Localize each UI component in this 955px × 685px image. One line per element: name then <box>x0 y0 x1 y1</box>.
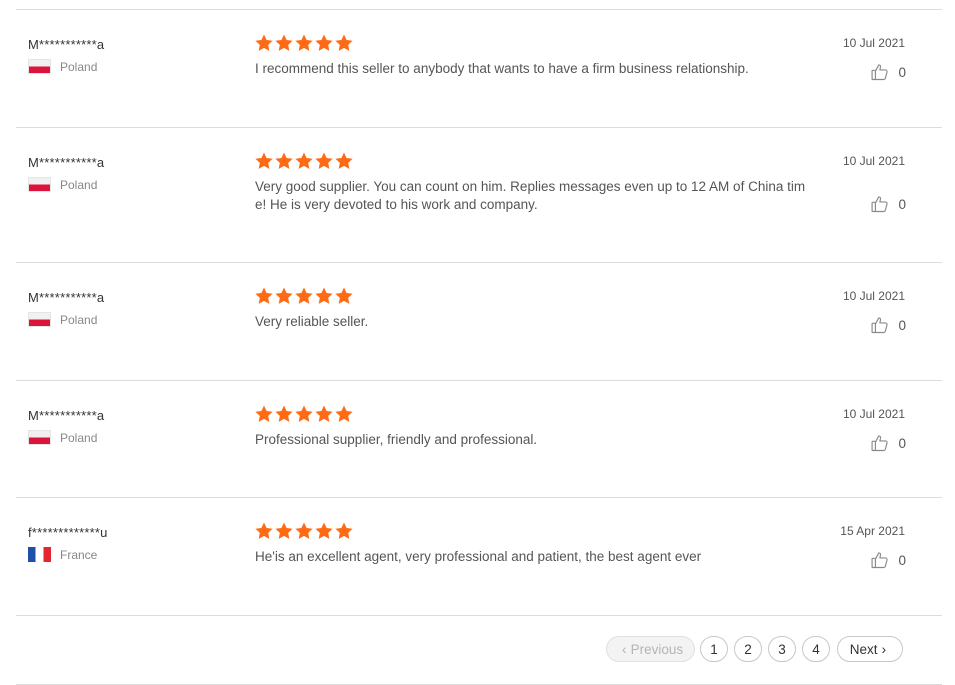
previous-page-button[interactable]: ‹ Previous <box>606 636 695 662</box>
star-icon <box>314 33 334 53</box>
page-4-button[interactable]: 4 <box>802 636 830 662</box>
review-date: 10 Jul 2021 <box>842 407 905 421</box>
next-page-button[interactable]: Next › <box>837 636 903 662</box>
country-name: Poland <box>60 59 98 74</box>
review-date: 10 Jul 2021 <box>842 154 905 168</box>
star-icon <box>254 33 274 53</box>
star-icon <box>294 404 314 424</box>
page-3-button[interactable]: 3 <box>768 636 796 662</box>
thumbs-up-icon <box>870 194 890 214</box>
divider <box>16 9 942 10</box>
divider <box>16 380 942 381</box>
like-count: 0 <box>898 64 906 80</box>
poland-flag-icon <box>28 312 51 327</box>
star-icon <box>274 151 294 171</box>
star-icon <box>334 286 354 306</box>
star-icon <box>254 521 274 541</box>
like-button[interactable]: 0 <box>870 194 906 214</box>
star-rating <box>254 521 354 541</box>
star-icon <box>274 404 294 424</box>
page-2-button[interactable]: 2 <box>734 636 762 662</box>
page-1-button[interactable]: 1 <box>700 636 728 662</box>
review-date: 10 Jul 2021 <box>842 36 905 50</box>
thumbs-up-icon <box>870 433 890 453</box>
reviewer-name: M***********a <box>28 37 105 52</box>
star-rating <box>254 33 354 53</box>
review-date: 10 Jul 2021 <box>842 289 905 303</box>
star-rating <box>254 151 354 171</box>
star-icon <box>314 151 334 171</box>
country-name: France <box>60 547 98 562</box>
star-icon <box>314 286 334 306</box>
star-icon <box>314 521 334 541</box>
poland-flag-icon <box>28 430 51 445</box>
like-count: 0 <box>898 196 906 212</box>
poland-flag-icon <box>28 59 51 74</box>
divider <box>16 615 942 616</box>
reviewer-name: f*************u <box>28 525 108 540</box>
star-icon <box>274 33 294 53</box>
like-count: 0 <box>898 435 906 451</box>
star-icon <box>274 286 294 306</box>
star-icon <box>274 521 294 541</box>
pagination: ‹ Previous 1 2 3 4 Next › <box>606 636 909 662</box>
thumbs-up-icon <box>870 315 890 335</box>
divider <box>16 127 942 128</box>
star-icon <box>334 404 354 424</box>
review-text: Very good supplier. You can count on him… <box>255 179 806 212</box>
like-count: 0 <box>898 552 906 568</box>
star-icon <box>334 521 354 541</box>
country-name: Poland <box>60 430 98 445</box>
chevron-right-icon: › <box>881 641 887 657</box>
reviewer-name: M***********a <box>28 155 105 170</box>
france-flag-icon <box>28 547 51 562</box>
star-icon <box>334 151 354 171</box>
reviewer-name: M***********a <box>28 408 105 423</box>
next-label: Next <box>849 641 878 657</box>
review-text: Very reliable seller. <box>255 314 369 329</box>
reviewer-name: M***********a <box>28 290 105 305</box>
star-icon <box>314 404 334 424</box>
star-icon <box>294 521 314 541</box>
star-rating <box>254 404 354 424</box>
previous-label: Previous <box>630 641 684 657</box>
country-name: Poland <box>60 177 98 192</box>
reviewer-country: Poland <box>28 59 97 74</box>
country-name: Poland <box>60 312 98 327</box>
chevron-left-icon: ‹ <box>621 641 627 657</box>
thumbs-up-icon <box>870 62 890 82</box>
reviewer-country: Poland <box>28 312 97 327</box>
review-text: Professional supplier, friendly and prof… <box>255 432 538 447</box>
star-icon <box>254 151 274 171</box>
star-icon <box>294 151 314 171</box>
like-button[interactable]: 0 <box>870 62 906 82</box>
review-date: 15 Apr 2021 <box>840 524 905 538</box>
star-icon <box>254 404 274 424</box>
star-icon <box>294 33 314 53</box>
star-icon <box>294 286 314 306</box>
poland-flag-icon <box>28 177 51 192</box>
review-text: I recommend this seller to anybody that … <box>255 61 749 76</box>
reviewer-country: Poland <box>28 430 97 445</box>
reviewer-country: France <box>28 547 97 562</box>
review-text: He'is an excellent agent, very professio… <box>255 549 702 564</box>
reviewer-country: Poland <box>28 177 97 192</box>
thumbs-up-icon <box>870 550 890 570</box>
star-rating <box>254 286 354 306</box>
divider <box>16 262 942 263</box>
like-button[interactable]: 0 <box>870 315 906 335</box>
like-count: 0 <box>898 317 906 333</box>
like-button[interactable]: 0 <box>870 550 906 570</box>
divider <box>16 497 942 498</box>
like-button[interactable]: 0 <box>870 433 906 453</box>
star-icon <box>254 286 274 306</box>
star-icon <box>334 33 354 53</box>
